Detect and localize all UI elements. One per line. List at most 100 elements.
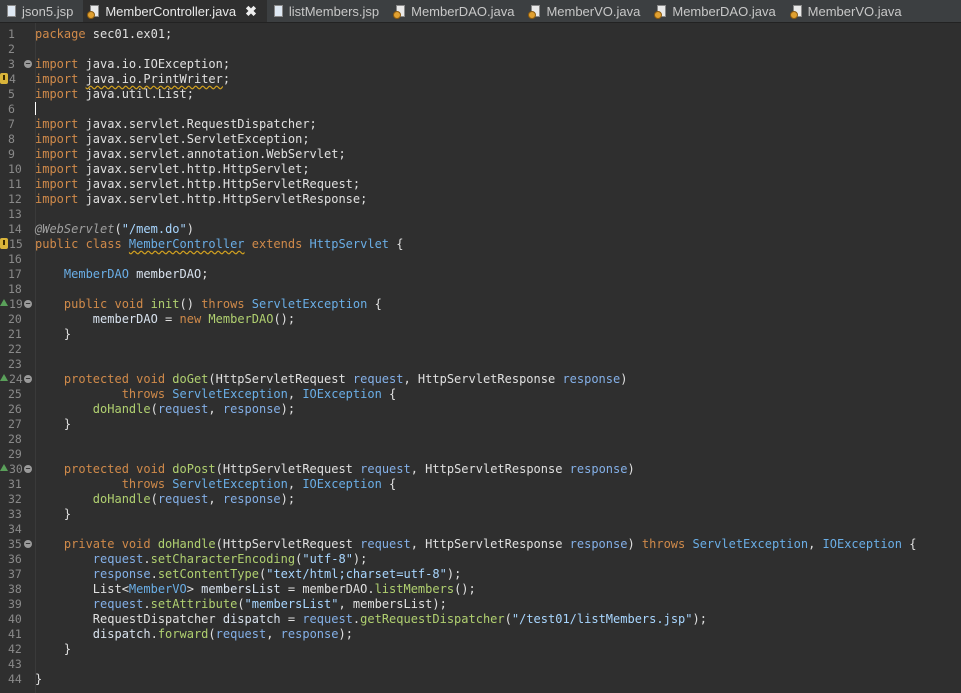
code-text: request.setCharacterEncoding("utf-8"); xyxy=(35,552,368,567)
code-line[interactable]: 14 @WebServlet("/mem.do") xyxy=(0,222,961,237)
code-token: request xyxy=(360,462,411,476)
code-line[interactable]: 12 import javax.servlet.http.HttpServletR… xyxy=(0,192,961,207)
code-token: } xyxy=(35,642,72,656)
code-line[interactable]: 3− import java.io.IOException; xyxy=(0,57,961,72)
code-token: import xyxy=(35,177,79,191)
code-text: doHandle(request, response); xyxy=(35,402,295,417)
code-token: extends xyxy=(251,237,310,251)
line-number: 22 xyxy=(8,342,22,356)
code-line[interactable]: 6 xyxy=(0,102,961,117)
code-token: MemberDAO xyxy=(63,267,129,281)
code-line[interactable]: 44} xyxy=(0,672,961,687)
warning-marker-icon[interactable] xyxy=(0,73,8,84)
code-line[interactable]: 33 } xyxy=(0,507,961,522)
fold-toggle-icon[interactable]: − xyxy=(24,300,32,308)
code-editor[interactable]: 1 package sec01.ex01; 2 3− import java.io.IO… xyxy=(0,23,961,693)
code-line[interactable]: 18 xyxy=(0,282,961,297)
code-line[interactable]: 30− protected void doPost(HttpServletReq… xyxy=(0,462,961,477)
code-line[interactable]: 17 MemberDAO memberDAO; xyxy=(0,267,961,282)
code-line[interactable]: 40 RequestDispatcher dispatch = request.… xyxy=(0,612,961,627)
code-line[interactable]: 16 xyxy=(0,252,961,267)
code-token: (); xyxy=(454,582,476,596)
code-line[interactable]: 43 xyxy=(0,657,961,672)
override-marker-icon[interactable] xyxy=(0,374,8,381)
code-line[interactable]: 20 memberDAO = new MemberDAO(); xyxy=(0,312,961,327)
line-number: 29 xyxy=(8,447,22,461)
code-line[interactable]: 28 xyxy=(0,432,961,447)
code-line[interactable]: 15 public class MemberController extends … xyxy=(0,237,961,252)
code-token: ServletException xyxy=(172,477,288,491)
line-number: 41 xyxy=(8,627,22,641)
warning-marker-icon[interactable] xyxy=(0,238,8,249)
code-token: , xyxy=(208,402,223,416)
code-token: request xyxy=(302,612,353,626)
code-line[interactable]: 39 request.setAttribute("membersList", m… xyxy=(0,597,961,612)
tab-json5-jsp[interactable]: json5.jsp xyxy=(0,0,83,22)
fold-toggle-icon[interactable]: − xyxy=(24,375,32,383)
tab-membervo-java[interactable]: MemberVO.java xyxy=(786,0,912,22)
line-number: 37 xyxy=(8,567,22,581)
code-line[interactable]: 35− private void doHandle(HttpServletReq… xyxy=(0,537,961,552)
fold-toggle-icon[interactable]: − xyxy=(24,540,32,548)
code-token: MemberController xyxy=(128,237,245,251)
override-marker-icon[interactable] xyxy=(0,464,8,471)
code-token: javax.servlet.RequestDispatcher; xyxy=(78,117,317,131)
tab-memberdao-java[interactable]: MemberDAO.java xyxy=(389,0,524,22)
tab-memberdao-java[interactable]: MemberDAO.java xyxy=(650,0,785,22)
line-number: 42 xyxy=(8,642,22,656)
code-line[interactable]: 27 } xyxy=(0,417,961,432)
code-line[interactable]: 31 throws ServletException, IOException … xyxy=(0,477,961,492)
code-line[interactable]: 11 import javax.servlet.http.HttpServletR… xyxy=(0,177,961,192)
close-icon[interactable]: ✖ xyxy=(245,3,257,20)
code-line[interactable]: 10 import javax.servlet.http.HttpServlet; xyxy=(0,162,961,177)
code-token: memberDAO xyxy=(92,312,158,326)
tab-listmembers-jsp[interactable]: listMembers.jsp xyxy=(267,0,389,22)
code-line[interactable]: 37 response.setContentType("text/html;ch… xyxy=(0,567,961,582)
code-text: import javax.servlet.http.HttpServletReq… xyxy=(35,177,360,192)
line-number: 2 xyxy=(8,42,15,56)
code-text: import javax.servlet.http.HttpServletRes… xyxy=(35,192,367,207)
code-line[interactable]: 38 List<MemberVO> membersList = memberDA… xyxy=(0,582,961,597)
code-token: response xyxy=(280,627,339,641)
code-token: , xyxy=(287,387,303,401)
code-line[interactable]: 41 dispatch.forward(request, response); xyxy=(0,627,961,642)
code-line[interactable]: 36 request.setCharacterEncoding("utf-8")… xyxy=(0,552,961,567)
fold-toggle-icon[interactable]: − xyxy=(24,465,32,473)
code-text xyxy=(35,102,36,117)
code-line[interactable]: 24− protected void doGet(HttpServletRequ… xyxy=(0,372,961,387)
code-line[interactable]: 34 xyxy=(0,522,961,537)
code-line[interactable]: 42 } xyxy=(0,642,961,657)
code-line[interactable]: 29 xyxy=(0,447,961,462)
code-line[interactable]: 21 } xyxy=(0,327,961,342)
code-token: listMembers xyxy=(374,582,455,596)
override-marker-icon[interactable] xyxy=(0,299,8,306)
line-number: 26 xyxy=(8,402,22,416)
code-line[interactable]: 5 import java.util.List; xyxy=(0,87,961,102)
tab-membercontroller-java[interactable]: MemberController.java ✖ xyxy=(83,0,267,22)
tab-membervo-java[interactable]: MemberVO.java xyxy=(524,0,650,22)
code-line[interactable]: 26 doHandle(request, response); xyxy=(0,402,961,417)
code-text: protected void doPost(HttpServletRequest… xyxy=(35,462,635,477)
code-line[interactable]: 1 package sec01.ex01; xyxy=(0,27,961,42)
code-line[interactable]: 19− public void init() throws ServletExc… xyxy=(0,297,961,312)
code-token: = xyxy=(280,612,303,626)
code-line[interactable]: 2 xyxy=(0,42,961,57)
code-token: ); xyxy=(352,552,368,566)
code-token: throws xyxy=(121,477,173,491)
code-line[interactable]: 4 import java.io.PrintWriter; xyxy=(0,72,961,87)
line-number: 5 xyxy=(8,87,15,101)
code-line[interactable]: 7 import javax.servlet.RequestDispatcher; xyxy=(0,117,961,132)
code-token: ( xyxy=(114,222,122,236)
code-line[interactable]: 22 xyxy=(0,342,961,357)
code-text: response.setContentType("text/html;chars… xyxy=(35,567,462,582)
code-line[interactable]: 8 import javax.servlet.ServletException; xyxy=(0,132,961,147)
code-line[interactable]: 23 xyxy=(0,357,961,372)
code-line[interactable]: 13 xyxy=(0,207,961,222)
code-token: response xyxy=(569,462,628,476)
fold-toggle-icon[interactable]: − xyxy=(24,60,32,68)
code-line[interactable]: 9 import javax.servlet.annotation.WebServ… xyxy=(0,147,961,162)
code-line[interactable]: 25 throws ServletException, IOException … xyxy=(0,387,961,402)
code-line[interactable]: 32 doHandle(request, response); xyxy=(0,492,961,507)
code-token: doPost xyxy=(172,462,216,476)
